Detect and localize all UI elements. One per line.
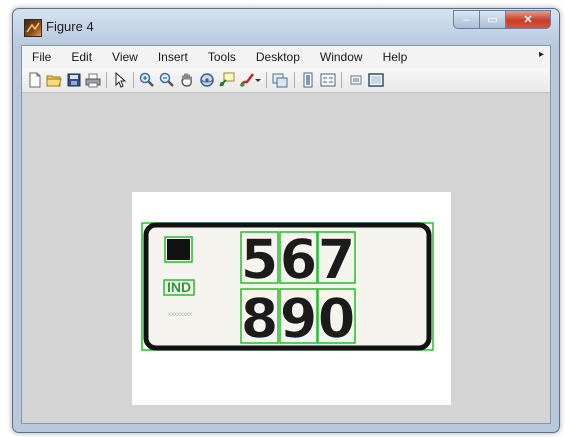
menu-desktop[interactable]: Desktop	[247, 50, 309, 64]
new-figure-icon[interactable]	[26, 71, 44, 89]
figure-toolbar	[22, 68, 550, 93]
open-file-icon[interactable]	[45, 71, 63, 89]
menu-bar: File Edit View Insert Tools Desktop Wind…	[22, 46, 550, 68]
data-cursor-icon[interactable]	[218, 71, 236, 89]
menu-overflow-icon[interactable]: ▸	[539, 49, 544, 60]
save-icon[interactable]	[65, 71, 83, 89]
license-plate-image: IND xxxxxxxx 5 6 7 8 9 0	[141, 222, 434, 351]
zoom-out-icon[interactable]	[158, 71, 176, 89]
maximize-button[interactable]: ▭	[480, 10, 506, 29]
show-plot-tools-icon[interactable]	[367, 71, 385, 89]
caption-buttons: – ▭ ✕	[453, 10, 551, 30]
toolbar-separator	[133, 72, 134, 88]
minimize-icon: –	[463, 13, 470, 26]
maximize-icon: ▭	[487, 14, 498, 26]
legend-icon[interactable]	[319, 71, 337, 89]
plate-row-2: 8 9 0	[240, 287, 356, 350]
menu-edit[interactable]: Edit	[62, 50, 101, 64]
plate-char: 5	[241, 228, 279, 291]
menu-window[interactable]: Window	[311, 50, 372, 64]
title-bar[interactable]: Figure 4 – ▭ ✕	[13, 9, 559, 45]
figure-canvas[interactable]: IND xxxxxxxx 5 6 7 8 9 0	[22, 93, 550, 423]
pan-hand-icon[interactable]	[178, 71, 196, 89]
plate-char: 6	[280, 228, 318, 291]
close-icon: ✕	[523, 14, 533, 26]
figure-window: Figure 4 – ▭ ✕ File Edit View Insert Too…	[12, 8, 560, 433]
plate-char: 8	[241, 287, 279, 350]
plate-small-text: xxxxxxxx	[168, 312, 192, 318]
toolbar-separator	[294, 72, 295, 88]
link-plot-icon[interactable]	[271, 71, 289, 89]
colorbar-icon[interactable]	[299, 71, 317, 89]
menu-insert[interactable]: Insert	[149, 50, 197, 64]
menu-view[interactable]: View	[103, 50, 147, 64]
minimize-button[interactable]: –	[453, 10, 480, 29]
plate-row-1: 5 6 7	[240, 228, 356, 291]
plate-char: 7	[318, 228, 356, 291]
zoom-in-icon[interactable]	[138, 71, 156, 89]
figure-client-area: File Edit View Insert Tools Desktop Wind…	[21, 45, 551, 424]
toolbar-separator	[341, 72, 342, 88]
image-axes: IND xxxxxxxx 5 6 7 8 9 0	[132, 192, 451, 405]
toolbar-separator	[106, 72, 107, 88]
plate-char: 9	[280, 287, 318, 350]
menu-file[interactable]: File	[22, 50, 60, 64]
menu-tools[interactable]: Tools	[199, 50, 245, 64]
country-code-text: IND	[167, 279, 191, 295]
print-icon[interactable]	[84, 71, 102, 89]
rotate-3d-icon[interactable]	[198, 71, 216, 89]
plate-emblem	[167, 239, 190, 260]
window-title: Figure 4	[46, 19, 94, 34]
plate-char: 0	[318, 287, 356, 350]
close-button[interactable]: ✕	[506, 10, 551, 29]
hide-plot-tools-icon[interactable]	[347, 71, 365, 89]
matlab-logo-icon	[24, 19, 42, 37]
edit-plot-arrow-icon[interactable]	[111, 71, 129, 89]
menu-help[interactable]: Help	[374, 50, 417, 64]
toolbar-separator	[266, 72, 267, 88]
brush-dropdown-icon[interactable]	[253, 71, 263, 89]
